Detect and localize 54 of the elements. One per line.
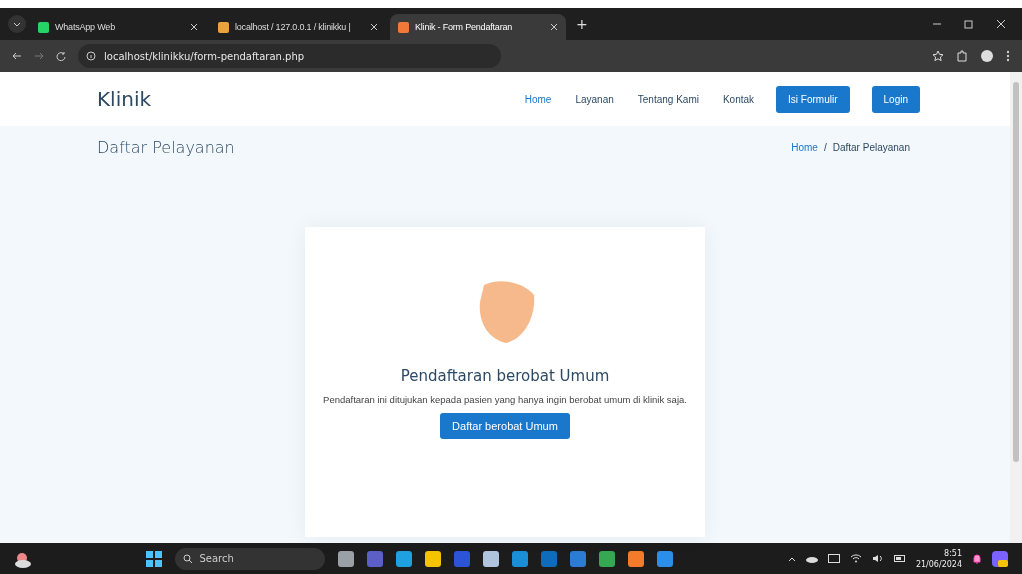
close-icon[interactable] — [550, 23, 558, 31]
cloud-icon[interactable] — [805, 554, 818, 563]
close-icon[interactable] — [370, 23, 378, 31]
card-description: Pendaftaran ini ditujukan kepada pasien yang hanya ingin berobat umum di klinik saja. — [322, 393, 688, 407]
chevron-up-icon[interactable] — [787, 555, 796, 562]
start-icon[interactable] — [146, 550, 163, 567]
nav-button[interactable]: Login — [871, 85, 920, 113]
profile-avatar-icon[interactable] — [980, 49, 994, 63]
close-icon[interactable] — [190, 23, 198, 31]
app-icon[interactable] — [657, 550, 674, 567]
app-icon[interactable] — [512, 550, 529, 567]
search-icon — [183, 553, 194, 564]
restore-icon[interactable] — [964, 19, 974, 29]
speaker-icon[interactable] — [871, 554, 884, 563]
taskbar-search[interactable]: Search — [175, 547, 326, 570]
address-bar[interactable]: localhost/klinikku/form-pendaftaran.php — [78, 44, 501, 68]
reload-icon[interactable] — [56, 51, 66, 61]
app-icon[interactable] — [599, 550, 616, 567]
nav-link[interactable]: Home — [524, 93, 552, 105]
page-title: Daftar Pelayanan — [97, 138, 236, 157]
app-icon[interactable] — [483, 550, 500, 567]
app-icon[interactable] — [425, 550, 442, 567]
close-icon[interactable] — [996, 19, 1006, 29]
app-icon[interactable] — [338, 550, 355, 567]
nav-link[interactable]: Kontak — [722, 93, 755, 105]
battery-icon[interactable] — [893, 554, 906, 563]
nav-button[interactable]: Isi Formulir — [776, 85, 850, 113]
browser-tab[interactable]: WhatsApp Web — [30, 14, 206, 40]
breadcrumb-current: Daftar Pelayanan — [832, 142, 910, 153]
extensions-icon[interactable] — [956, 50, 968, 62]
back-icon[interactable] — [12, 51, 22, 61]
breadcrumb-separator: / — [823, 142, 827, 153]
menu-icon[interactable] — [1006, 50, 1010, 62]
star-icon[interactable] — [932, 50, 944, 62]
bell-icon[interactable] — [972, 552, 982, 565]
wifi-icon[interactable] — [849, 554, 862, 563]
card-title: Pendaftaran berobat Umum — [400, 367, 610, 385]
nav-link[interactable]: Tentang Kami — [637, 93, 699, 105]
clock-date[interactable]: 21/06/2024 — [915, 558, 962, 570]
app-icon[interactable] — [396, 550, 413, 567]
keyboard-icon[interactable] — [827, 554, 840, 563]
chevron-down-icon — [13, 21, 21, 27]
clock-time[interactable]: 8:51 — [944, 547, 962, 559]
scrollbar-thumb[interactable] — [1013, 82, 1019, 462]
browser-tab[interactable]: localhost / 127.0.0.1 / klinikku | — [210, 14, 386, 40]
register-button[interactable]: Daftar berobat Umum — [440, 413, 570, 439]
app-icon[interactable] — [628, 550, 645, 567]
info-icon[interactable] — [86, 51, 96, 61]
forward-icon[interactable] — [34, 51, 44, 61]
site-logo[interactable]: Klinik — [97, 87, 501, 111]
breadcrumb-link[interactable]: Home — [791, 142, 818, 153]
new-tab-button[interactable]: + — [570, 16, 594, 32]
nav-link[interactable]: Layanan — [575, 93, 614, 105]
browser-tab[interactable]: Klinik - Form Pendaftaran — [390, 14, 566, 40]
